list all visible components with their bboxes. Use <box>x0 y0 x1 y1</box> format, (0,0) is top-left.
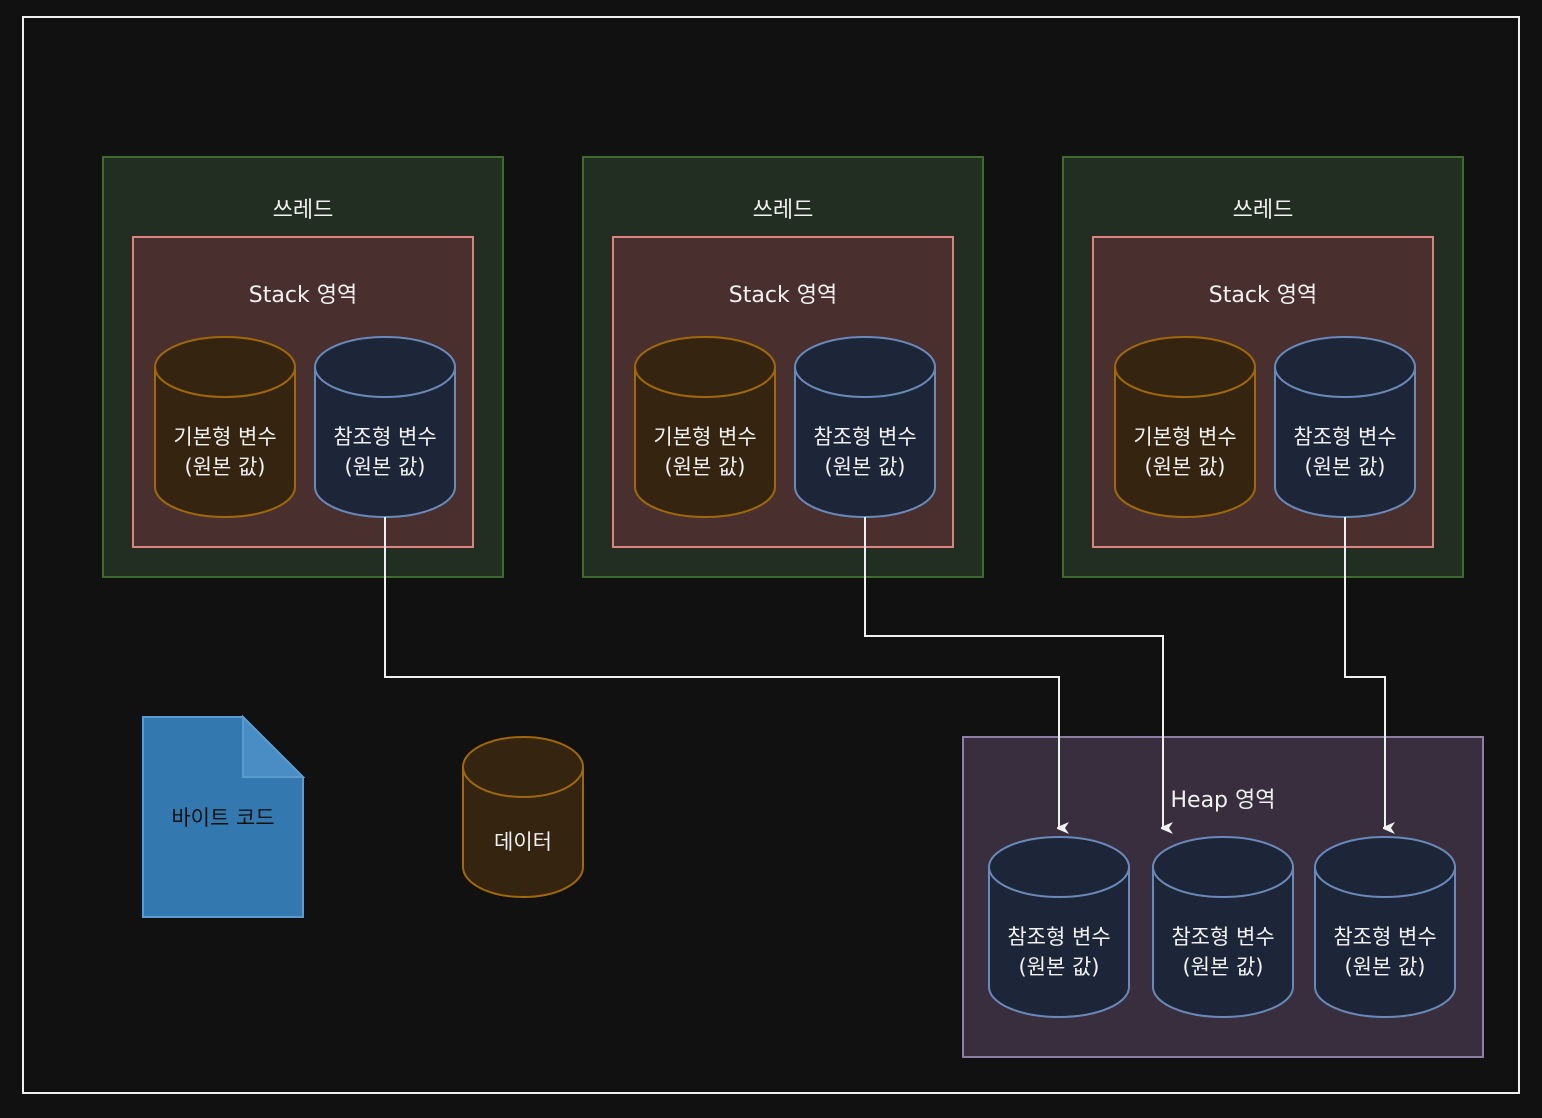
primitive-variable-label-1-line1: 기본형 변수 <box>173 425 277 449</box>
heap-object-label-2-line2: (원본 값) <box>1182 955 1264 979</box>
reference-variable-label-3: 참조형 변수 (원본 값) <box>1275 422 1415 482</box>
reference-variable-label-3-line1: 참조형 변수 <box>1293 425 1397 449</box>
primitive-variable-label-3-line2: (원본 값) <box>1144 455 1226 479</box>
heap-object-label-1-line1: 참조형 변수 <box>1007 925 1111 949</box>
reference-variable-label-1-line2: (원본 값) <box>344 455 426 479</box>
primitive-variable-label-2-line1: 기본형 변수 <box>653 425 757 449</box>
reference-variable-label-3-line2: (원본 값) <box>1304 455 1386 479</box>
reference-variable-label-1-line1: 참조형 변수 <box>333 425 437 449</box>
primitive-variable-label-1-line2: (원본 값) <box>184 455 266 479</box>
data-label: 데이터 <box>494 830 552 854</box>
reference-variable-label-2-line1: 참조형 변수 <box>813 425 917 449</box>
reference-variable-label-1: 참조형 변수 (원본 값) <box>315 422 455 482</box>
stack-area-3-title: Stack 영역 <box>1208 283 1318 308</box>
heap-area-title: Heap 영역 <box>1170 788 1276 813</box>
primitive-variable-label-1: 기본형 변수 (원본 값) <box>155 422 295 482</box>
thread-2-title: 쓰레드 <box>752 198 814 223</box>
heap-object-label-3-line1: 참조형 변수 <box>1333 925 1437 949</box>
primitive-variable-label-2: 기본형 변수 (원본 값) <box>635 422 775 482</box>
heap-object-label-1-line2: (원본 값) <box>1018 955 1100 979</box>
primitive-variable-label-2-line2: (원본 값) <box>664 455 746 479</box>
heap-object-label-3: 참조형 변수 (원본 값) <box>1315 922 1455 982</box>
heap-object-label-1: 참조형 변수 (원본 값) <box>989 922 1129 982</box>
heap-object-label-3-line2: (원본 값) <box>1344 955 1426 979</box>
reference-variable-label-2: 참조형 변수 (원본 값) <box>795 422 935 482</box>
primitive-variable-label-3-line1: 기본형 변수 <box>1133 425 1237 449</box>
stack-area-1-title: Stack 영역 <box>248 283 358 308</box>
stack-area-2-title: Stack 영역 <box>728 283 838 308</box>
reference-variable-label-2-line2: (원본 값) <box>824 455 906 479</box>
thread-3-title: 쓰레드 <box>1232 198 1294 223</box>
bytecode-label: 바이트 코드 <box>171 806 275 830</box>
heap-object-label-2-line1: 참조형 변수 <box>1171 925 1275 949</box>
heap-object-label-2: 참조형 변수 (원본 값) <box>1153 922 1293 982</box>
thread-1-title: 쓰레드 <box>272 198 334 223</box>
primitive-variable-label-3: 기본형 변수 (원본 값) <box>1115 422 1255 482</box>
